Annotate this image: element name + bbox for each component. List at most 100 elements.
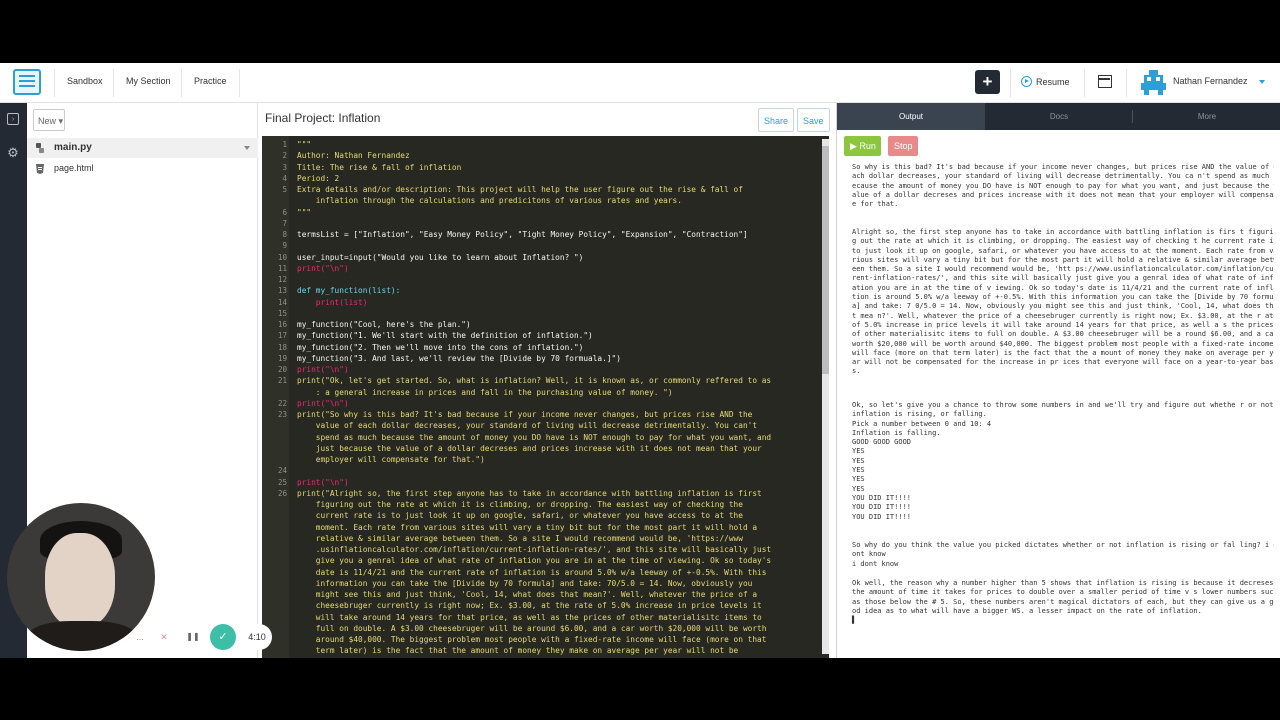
- resume-button[interactable]: Resume: [1021, 76, 1070, 87]
- line-number: 15: [277, 308, 287, 318]
- line-number: 24: [277, 466, 287, 476]
- output-panel: Output Docs More ▶ Run Stop So why is th…: [836, 103, 1280, 658]
- recorder-timer: 4:10: [242, 624, 272, 650]
- collapse-icon[interactable]: ›: [7, 113, 19, 125]
- line-number: 13: [277, 286, 287, 296]
- line-number: 25: [277, 477, 287, 487]
- console-block: Alright so, the first step anyone has to…: [852, 228, 1274, 376]
- line-number: 6: [282, 207, 287, 217]
- nav-practice[interactable]: Practice: [194, 76, 227, 86]
- recorder-pause-icon[interactable]: ❚❚: [181, 624, 205, 650]
- user-name[interactable]: Nathan Fernandez: [1173, 76, 1248, 86]
- console-block: Ok well, the reason why a number higher …: [852, 579, 1274, 625]
- line-number: 11: [277, 263, 287, 273]
- line-number: 21: [277, 376, 287, 386]
- line-number: 2: [282, 151, 287, 161]
- code-line[interactable]: """: [297, 207, 812, 218]
- line-number: 3: [282, 162, 287, 172]
- run-button[interactable]: ▶ Run: [844, 136, 881, 156]
- recorder-more-button[interactable]: ...: [130, 624, 150, 650]
- file-name: page.html: [54, 163, 94, 173]
- create-plus-button[interactable]: +: [975, 70, 1000, 94]
- code-line[interactable]: user_input=input("Would you like to lear…: [297, 252, 812, 263]
- play-circle-icon: [1021, 76, 1032, 87]
- code-line[interactable]: Title: The rise & fall of inflation: [297, 162, 812, 173]
- code-line[interactable]: """: [297, 139, 812, 150]
- code-line[interactable]: print("\n"): [297, 364, 812, 375]
- file-item-main-py[interactable]: main.py: [27, 138, 258, 158]
- file-item-page-html[interactable]: page.html: [27, 159, 258, 179]
- share-button[interactable]: Share: [758, 108, 795, 132]
- line-number: 16: [277, 320, 287, 329]
- chevron-down-icon[interactable]: [244, 146, 250, 150]
- file-name: main.py: [54, 142, 92, 153]
- html-file-icon: [36, 164, 44, 174]
- codehs-logo-icon[interactable]: [13, 69, 41, 95]
- code-line[interactable]: print(list): [297, 297, 812, 308]
- run-label: Run: [859, 141, 876, 151]
- line-number: 20: [277, 365, 287, 374]
- tab-more[interactable]: More: [1133, 103, 1280, 130]
- editor-scrollbar[interactable]: [822, 139, 829, 654]
- code-line[interactable]: def my_function(list):: [297, 285, 812, 296]
- output-tabs: Output Docs More: [837, 103, 1280, 130]
- gear-icon[interactable]: ⚙: [7, 146, 19, 159]
- recorder-done-icon[interactable]: ✓: [210, 624, 236, 650]
- line-number: 19: [277, 353, 287, 363]
- code-area[interactable]: 1 2 3 4 5 6 7 8 9 10 11 12 13 14 15 16 17 18 19 20 21 22 23 24 2…: [262, 136, 829, 658]
- line-number: 5: [282, 185, 287, 194]
- line-number: 7: [282, 218, 287, 228]
- nav-my-section[interactable]: My Section: [126, 76, 171, 86]
- chevron-down-icon[interactable]: [1259, 80, 1265, 84]
- code-line[interactable]: my_function("Cool, here's the plan."): [297, 319, 812, 330]
- code-line[interactable]: Period: 2: [297, 173, 812, 184]
- code-line[interactable]: print("\n"): [297, 263, 812, 274]
- line-number: 4: [282, 173, 287, 183]
- line-number: 14: [277, 297, 287, 307]
- line-number: 26: [277, 488, 287, 498]
- resume-label: Resume: [1036, 77, 1070, 87]
- line-number: 18: [277, 342, 287, 352]
- tab-output[interactable]: Output: [837, 103, 985, 130]
- console-output[interactable]: So why is this bad? It's bad because if …: [844, 163, 1274, 655]
- line-number: 10: [277, 252, 287, 262]
- recorder-cancel-icon[interactable]: ✕: [152, 624, 176, 650]
- code-line[interactable]: my_function("2. Then we'll move into the…: [297, 342, 812, 353]
- code-line[interactable]: print("\n"): [297, 477, 812, 488]
- code-line[interactable]: my_function("1. We'll start with the def…: [297, 330, 812, 341]
- console-block: So why do you think the value you picked…: [852, 541, 1274, 568]
- code-line[interactable]: Author: Nathan Fernandez: [297, 150, 812, 161]
- window-icon[interactable]: [1098, 75, 1112, 88]
- code-line[interactable]: print("So why is this bad? It's bad beca…: [297, 409, 812, 465]
- line-number: 8: [282, 230, 287, 239]
- stop-button[interactable]: Stop: [888, 136, 918, 156]
- line-number: 17: [277, 331, 287, 341]
- new-file-button[interactable]: New ▾: [33, 109, 65, 131]
- app-window: Sandbox My Section Practice + Resume Nat…: [0, 63, 1280, 658]
- line-number: 12: [277, 275, 287, 284]
- code-line[interactable]: print("Ok, let's get started. So, what i…: [297, 375, 812, 398]
- nav-sandbox[interactable]: Sandbox: [67, 76, 103, 86]
- tab-docs[interactable]: Docs: [985, 103, 1133, 130]
- python-icon: [36, 143, 44, 153]
- scrollbar-thumb[interactable]: [822, 146, 829, 374]
- line-number: 9: [282, 241, 287, 251]
- code-editor-panel: Final Project: Inflation Share Save 1234…: [258, 103, 832, 658]
- save-button[interactable]: Save: [797, 108, 830, 132]
- console-block: Ok, so let's give you a chance to throw …: [852, 401, 1274, 521]
- new-file-label: New: [38, 116, 57, 126]
- line-number: 23: [277, 410, 287, 419]
- top-navigation: Sandbox My Section Practice + Resume Nat…: [0, 63, 1280, 103]
- code-line[interactable]: print("Alright so, the first step anyone…: [297, 488, 812, 657]
- project-title: Final Project: Inflation: [265, 111, 381, 125]
- console-block: So why is this bad? It's bad because if …: [852, 163, 1274, 209]
- webcam-face: [45, 533, 115, 628]
- code-line[interactable]: termsList = ["Inflation", "Easy Money Po…: [297, 229, 812, 240]
- code-line[interactable]: my_function("3. And last, we'll review t…: [297, 353, 812, 364]
- line-number: 1: [282, 140, 287, 149]
- line-number: 22: [277, 398, 287, 408]
- code-line[interactable]: print("\n"): [297, 398, 812, 409]
- code-line[interactable]: Extra details and/or description: This p…: [297, 184, 812, 207]
- line-gutter: 1 2 3 4 5 6 7 8 9 10 11 12 13 14 15 16 17 18 19 20 21 22 23 24 2…: [262, 136, 289, 658]
- avatar[interactable]: [1140, 69, 1167, 96]
